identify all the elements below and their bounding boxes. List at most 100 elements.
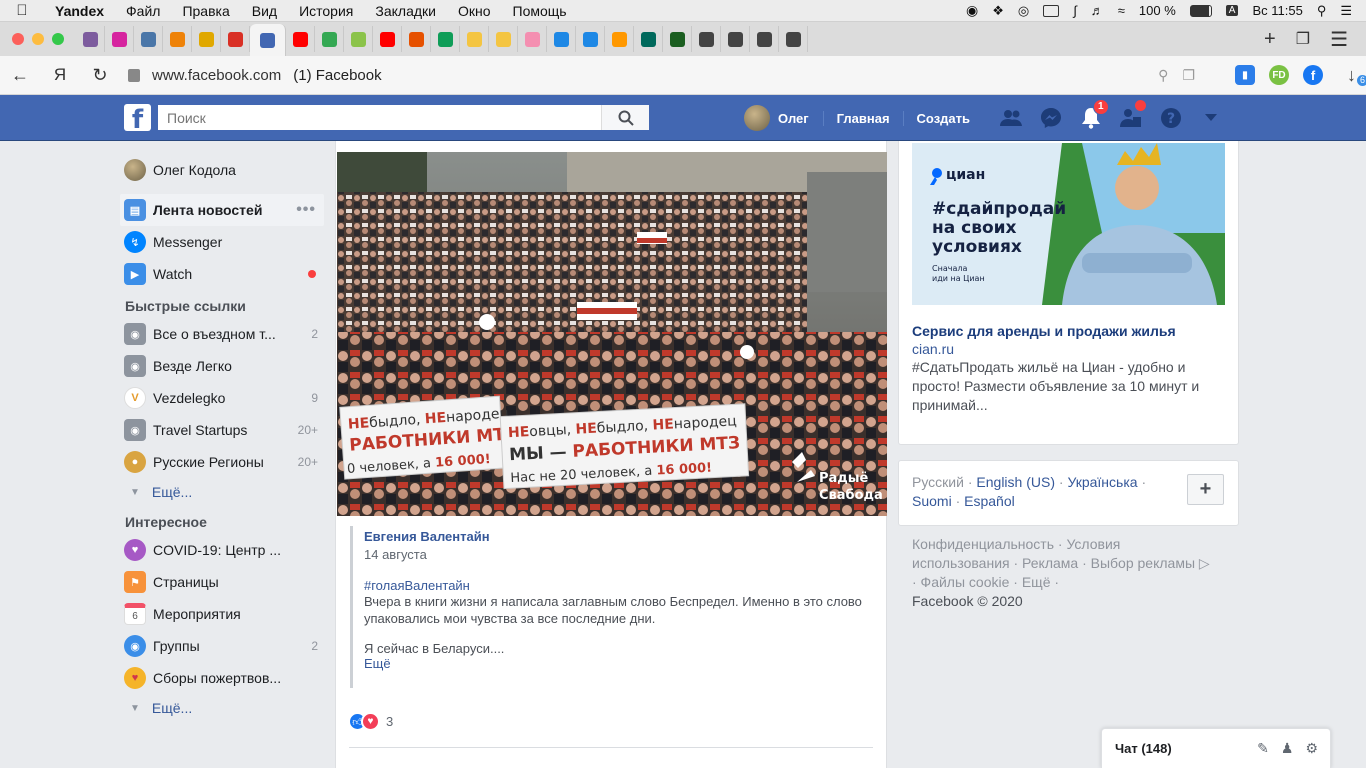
- quick-help-icon[interactable]: [1111, 100, 1151, 128]
- tab[interactable]: [576, 26, 605, 52]
- sidebar-item-group[interactable]: ◉ Везде Легко: [118, 350, 328, 382]
- sidebar-profile[interactable]: Олег Кодола: [118, 154, 328, 186]
- tab-manager-icon[interactable]: ❐: [1296, 29, 1310, 49]
- see-more-link[interactable]: Ещё: [364, 656, 872, 671]
- ad-domain[interactable]: cian.ru: [912, 341, 954, 357]
- battery-icon[interactable]: [1189, 4, 1212, 17]
- display-icon[interactable]: [1043, 4, 1060, 17]
- tab[interactable]: [489, 26, 518, 52]
- tab[interactable]: [518, 26, 547, 52]
- menu-icon[interactable]: ☰: [1330, 27, 1348, 52]
- create-link[interactable]: Создать: [902, 110, 983, 126]
- menu-file[interactable]: Файл: [115, 3, 171, 19]
- sponsored-ad[interactable]: циан #сдайпродай на своих условиях Снача…: [898, 141, 1239, 445]
- menu-edit[interactable]: Правка: [171, 3, 240, 19]
- tab[interactable]: [134, 26, 163, 52]
- apple-icon[interactable]: : [0, 2, 44, 19]
- tab[interactable]: [344, 26, 373, 52]
- tab[interactable]: [605, 26, 634, 52]
- volume-icon[interactable]: ♬: [1091, 3, 1104, 18]
- language-ukrainian[interactable]: Українська: [1067, 474, 1137, 490]
- add-language-button[interactable]: +: [1187, 474, 1224, 505]
- ad-title[interactable]: Сервис для аренды и продажи жилья: [912, 323, 1176, 339]
- new-message-icon[interactable]: ✎: [1257, 740, 1269, 757]
- tab[interactable]: [163, 26, 192, 52]
- creative-cloud-icon[interactable]: ◉: [966, 2, 978, 19]
- zoom-window-button[interactable]: [52, 33, 64, 45]
- tab[interactable]: [779, 26, 808, 52]
- bluetooth-icon[interactable]: ∫: [1073, 3, 1077, 18]
- facebook-ext-icon[interactable]: f: [1303, 65, 1323, 85]
- menu-history[interactable]: История: [288, 3, 364, 19]
- post-photo[interactable]: НЕбыдло, НЕнародец РАБОТНИКИ МТЗ 0 челов…: [337, 152, 887, 516]
- tab[interactable]: [431, 26, 460, 52]
- language-english[interactable]: English (US): [976, 474, 1055, 490]
- sidebar-item-groups[interactable]: ◉ Группы 2: [118, 630, 328, 662]
- close-window-button[interactable]: [12, 33, 24, 45]
- minimize-window-button[interactable]: [32, 33, 44, 45]
- more-options-icon[interactable]: •••: [296, 201, 316, 219]
- tab[interactable]: [634, 26, 663, 52]
- tab[interactable]: [76, 26, 105, 52]
- tab[interactable]: [192, 26, 221, 52]
- ad-image[interactable]: циан #сдайпродай на своих условиях Снача…: [912, 143, 1225, 305]
- sidebar-item-group[interactable]: ● Русские Регионы 20+: [118, 446, 328, 478]
- sidebar-item-group[interactable]: ◉ Все о въездном т... 2: [118, 318, 328, 350]
- sidebar-item-news-feed[interactable]: ▤ Лента новостей •••: [120, 194, 324, 226]
- quote-author-link[interactable]: Евгения Валентайн: [364, 529, 872, 544]
- account-menu-icon[interactable]: [1191, 114, 1231, 122]
- sidebar-item-page[interactable]: V Vezdelegko 9: [118, 382, 328, 414]
- explore-more-link[interactable]: ▼ Ещё...: [118, 694, 328, 722]
- language-spanish[interactable]: Español: [964, 493, 1015, 509]
- friend-requests-icon[interactable]: [991, 109, 1031, 127]
- back-icon[interactable]: ←: [0, 65, 40, 86]
- tab[interactable]: [750, 26, 779, 52]
- clock[interactable]: Вс 11:55: [1252, 3, 1302, 18]
- url-text[interactable]: www.facebook.com: [152, 67, 281, 84]
- search-input[interactable]: [158, 105, 601, 130]
- notification-center-icon[interactable]: ☰: [1340, 3, 1352, 19]
- menu-help[interactable]: Помощь: [502, 3, 578, 19]
- input-source-icon[interactable]: A: [1225, 5, 1239, 16]
- new-tab-icon[interactable]: +: [1264, 28, 1276, 51]
- url-field[interactable]: www.facebook.com (1) Facebook: [120, 60, 1158, 90]
- sync-icon[interactable]: ◎: [1018, 3, 1029, 19]
- spotlight-icon[interactable]: ⚲: [1317, 3, 1327, 19]
- tab[interactable]: [105, 26, 134, 52]
- wifi-icon[interactable]: ≈: [1118, 3, 1125, 18]
- bookmark-icon[interactable]: ❐: [1182, 67, 1195, 84]
- quick-links-more-link[interactable]: ▼ Ещё...: [118, 478, 328, 506]
- fd-ext-icon[interactable]: FD: [1269, 65, 1289, 85]
- tab[interactable]: [547, 26, 576, 52]
- sidebar-item-watch[interactable]: ▶ Watch: [118, 258, 328, 290]
- tab[interactable]: [692, 26, 721, 52]
- tab[interactable]: [315, 26, 344, 52]
- menu-view[interactable]: Вид: [241, 3, 288, 19]
- footer-line-1[interactable]: Конфиденциальность · Условия: [912, 535, 1232, 554]
- sidebar-item-group[interactable]: ◉ Travel Startups 20+: [118, 414, 328, 446]
- tab[interactable]: [373, 26, 402, 52]
- reactions-summary[interactable]: 👍︎ ♥ 3: [348, 712, 393, 731]
- dropbox-icon[interactable]: ❖: [992, 3, 1004, 19]
- sidebar-item-covid[interactable]: ♥ COVID-19: Центр ...: [118, 534, 328, 566]
- help-icon[interactable]: ?: [1151, 107, 1191, 129]
- tab[interactable]: [460, 26, 489, 52]
- avatar[interactable]: [744, 105, 770, 131]
- home-link[interactable]: Главная: [822, 110, 903, 126]
- tab[interactable]: [402, 26, 431, 52]
- yandex-home-icon[interactable]: Я: [40, 65, 80, 85]
- chat-bar[interactable]: Чат (148) ✎ ♟ ⚙: [1101, 728, 1331, 768]
- menu-bookmarks[interactable]: Закладки: [364, 3, 447, 19]
- bookmark-ext-icon[interactable]: ▮: [1235, 65, 1255, 85]
- menu-window[interactable]: Окно: [447, 3, 502, 19]
- sidebar-item-pages[interactable]: ⚑ Страницы: [118, 566, 328, 598]
- reload-icon[interactable]: ↻: [80, 65, 120, 86]
- tab[interactable]: [663, 26, 692, 52]
- messenger-icon[interactable]: [1031, 107, 1071, 129]
- search-button[interactable]: [601, 105, 649, 130]
- language-finnish[interactable]: Suomi: [912, 493, 952, 509]
- tab[interactable]: [286, 26, 315, 52]
- create-group-icon[interactable]: ♟: [1281, 740, 1294, 757]
- facebook-logo-icon[interactable]: f: [124, 104, 151, 131]
- zoom-icon[interactable]: ⚲: [1158, 67, 1168, 84]
